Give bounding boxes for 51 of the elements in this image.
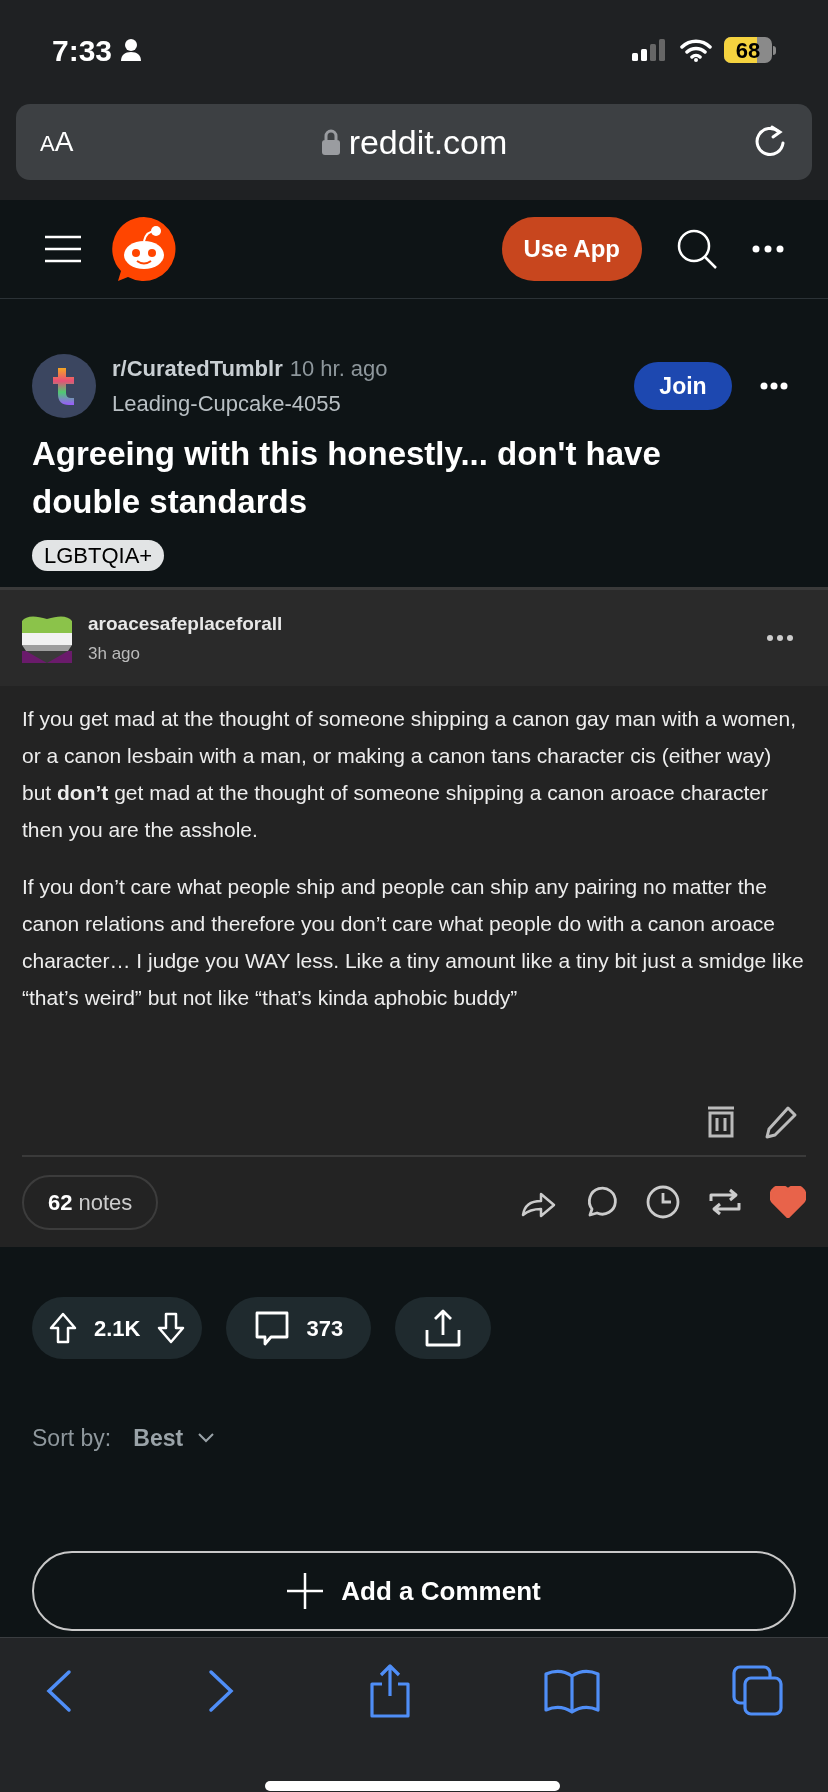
clock-icon[interactable] (646, 1185, 680, 1219)
more-icon[interactable] (760, 382, 788, 390)
flair-tag: LGBTQIA+ (32, 540, 165, 571)
back-icon[interactable] (44, 1669, 74, 1713)
more-icon[interactable] (752, 245, 784, 253)
notes-count-button[interactable]: 62 notes (22, 1174, 159, 1230)
subreddit-link[interactable]: r/CuratedTumblr (112, 352, 283, 385)
forward-icon[interactable] (206, 1669, 236, 1713)
search-icon[interactable] (676, 228, 718, 270)
use-app-button[interactable]: Use App (501, 217, 642, 281)
trash-icon[interactable] (706, 1105, 736, 1139)
post-paragraph: If you get mad at the thought of someone shipping a canon gay man with a women, or a canon lesbain with a man, or making a canon tans character cis (either way) but don’t get mad at the thought of someone shipping a canon aroace character then you are the asshole. (22, 706, 797, 843)
join-button[interactable]: Join (634, 362, 732, 410)
notes-count: 62 (48, 1188, 73, 1217)
subreddit-avatar[interactable] (32, 354, 96, 418)
wifi-icon (680, 38, 712, 62)
reddit-logo-icon[interactable] (112, 217, 176, 281)
author-link[interactable]: Leading-Cupcake-4055 (112, 387, 388, 420)
menu-icon[interactable] (44, 234, 82, 264)
upvote-icon[interactable] (48, 1312, 78, 1344)
tumblr-username: aroacesafeplaceforall (88, 612, 283, 636)
more-icon[interactable] (766, 634, 794, 642)
heart-icon[interactable] (770, 1186, 806, 1218)
post-paragraph: If you don’t care what people ship and people can ship any pairing no matter the canon relations and therefore you don’t care what people do with a canon aroace character… I judge you WAY less. Like a tiny amount like a tiny bit just a smidge like “that’s weird” but not like “that’s kinda aphobic buddy” (22, 874, 805, 1011)
share-icon (424, 1308, 463, 1348)
signal-icon (632, 39, 668, 61)
battery-percent: 68 (735, 37, 761, 63)
sort-dropdown[interactable]: Best (133, 1421, 216, 1456)
comments-button[interactable]: 373 (226, 1297, 372, 1359)
post-title: Agreeing with this honestly... don't have double standards (32, 434, 662, 522)
downvote-icon[interactable] (156, 1312, 187, 1344)
url-text: reddit.com (348, 121, 508, 163)
person-icon (120, 38, 143, 62)
bookmarks-icon[interactable] (544, 1668, 600, 1714)
sort-label: Sort by: (32, 1424, 112, 1453)
tabs-icon[interactable] (732, 1665, 784, 1717)
share-icon[interactable] (368, 1664, 412, 1718)
post-age: 10 hr. ago (289, 355, 388, 383)
tumblr-post-age: 3h ago (88, 642, 141, 665)
address-bar[interactable]: AA reddit.com (16, 104, 812, 180)
clock-time: 7:33 (52, 32, 113, 69)
add-comment-button[interactable]: Add a Comment (32, 1551, 796, 1631)
user-avatar (22, 613, 72, 663)
comment-icon (254, 1310, 291, 1346)
vote-score: 2.1K (94, 1314, 141, 1343)
chevron-down-icon (197, 1432, 216, 1445)
plus-icon (287, 1573, 324, 1609)
notes-label: notes (78, 1188, 133, 1217)
pencil-icon[interactable] (764, 1105, 798, 1139)
text-size-button[interactable]: AA (40, 121, 100, 163)
lock-icon (320, 129, 341, 155)
